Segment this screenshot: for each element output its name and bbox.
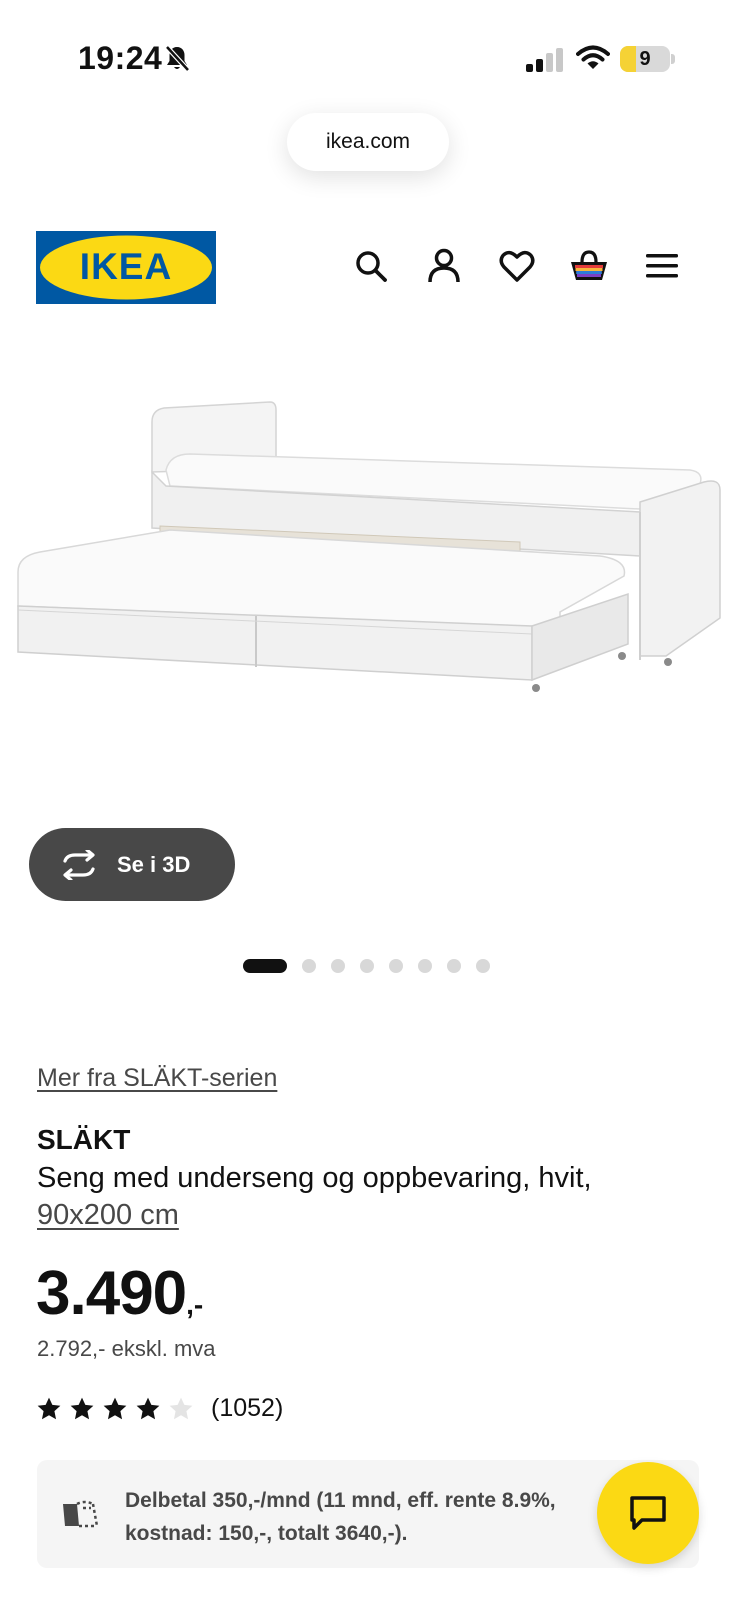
carousel-dot[interactable] xyxy=(418,959,432,973)
url-bar[interactable]: ikea.com xyxy=(287,113,449,171)
star-filled-icon xyxy=(37,1397,61,1419)
rotate-3d-icon xyxy=(63,849,95,880)
finance-line-2: kostnad: 150,-, totalt 3640,-). xyxy=(125,1522,408,1545)
bell-slash-icon xyxy=(165,45,190,72)
series-link[interactable]: Mer fra SLÄKT-serien xyxy=(37,1064,277,1093)
carousel-dots[interactable] xyxy=(243,958,505,974)
view-3d-button[interactable]: Se i 3D xyxy=(29,828,235,901)
star-empty-icon xyxy=(169,1397,193,1419)
carousel-dot-active[interactable] xyxy=(243,959,287,973)
battery-nub xyxy=(671,54,675,64)
status-bar: 19:24 9 xyxy=(0,0,736,120)
carousel-dot[interactable] xyxy=(447,959,461,973)
product-description: Seng med underseng og oppbevaring, hvit,… xyxy=(37,1160,707,1234)
carousel-dot[interactable] xyxy=(476,959,490,973)
price-main: 3.490 xyxy=(36,1259,187,1328)
carousel-dot[interactable] xyxy=(360,959,374,973)
basket-icon[interactable] xyxy=(569,246,609,286)
chat-button[interactable] xyxy=(597,1462,699,1564)
star-filled-icon xyxy=(103,1397,127,1419)
signal-icon xyxy=(526,48,563,72)
carousel-dot[interactable] xyxy=(331,959,345,973)
battery-icon: 9 xyxy=(620,46,670,72)
product-image[interactable] xyxy=(0,360,736,830)
finance-line-1: Delbetal 350,-/mnd (11 mnd, eff. rente 8… xyxy=(125,1489,556,1512)
carousel-dot[interactable] xyxy=(302,959,316,973)
menu-icon[interactable] xyxy=(642,246,682,286)
heart-icon[interactable] xyxy=(497,246,537,286)
star-filled-icon xyxy=(136,1397,160,1419)
product-description-text: Seng med underseng og oppbevaring, hvit, xyxy=(37,1162,592,1194)
chat-icon xyxy=(630,1496,666,1530)
account-icon[interactable] xyxy=(424,246,464,286)
star-filled-icon xyxy=(70,1397,94,1419)
ikea-logo-text: IKEA xyxy=(80,246,172,287)
wifi-icon xyxy=(576,45,610,69)
battery-level: 9 xyxy=(639,48,651,70)
price: 3.490,- xyxy=(36,1258,203,1329)
carousel-dot[interactable] xyxy=(389,959,403,973)
product-size-link[interactable]: 90x200 cm xyxy=(37,1199,179,1231)
rating-stars xyxy=(36,1396,201,1422)
view-3d-label: Se i 3D xyxy=(117,851,191,877)
installment-icon xyxy=(63,1500,99,1528)
price-suffix: ,- xyxy=(186,1289,204,1320)
review-count[interactable]: (1052) xyxy=(211,1394,283,1423)
ikea-logo[interactable]: IKEA xyxy=(36,231,216,304)
finance-text: Delbetal 350,-/mnd (11 mnd, eff. rente 8… xyxy=(125,1484,605,1550)
price-ex-vat: 2.792,- ekskl. mva xyxy=(37,1336,216,1361)
search-icon[interactable] xyxy=(351,246,391,286)
product-name: SLÄKT xyxy=(37,1124,131,1155)
rating[interactable]: (1052) xyxy=(36,1394,283,1423)
status-time: 19:24 xyxy=(78,40,163,76)
